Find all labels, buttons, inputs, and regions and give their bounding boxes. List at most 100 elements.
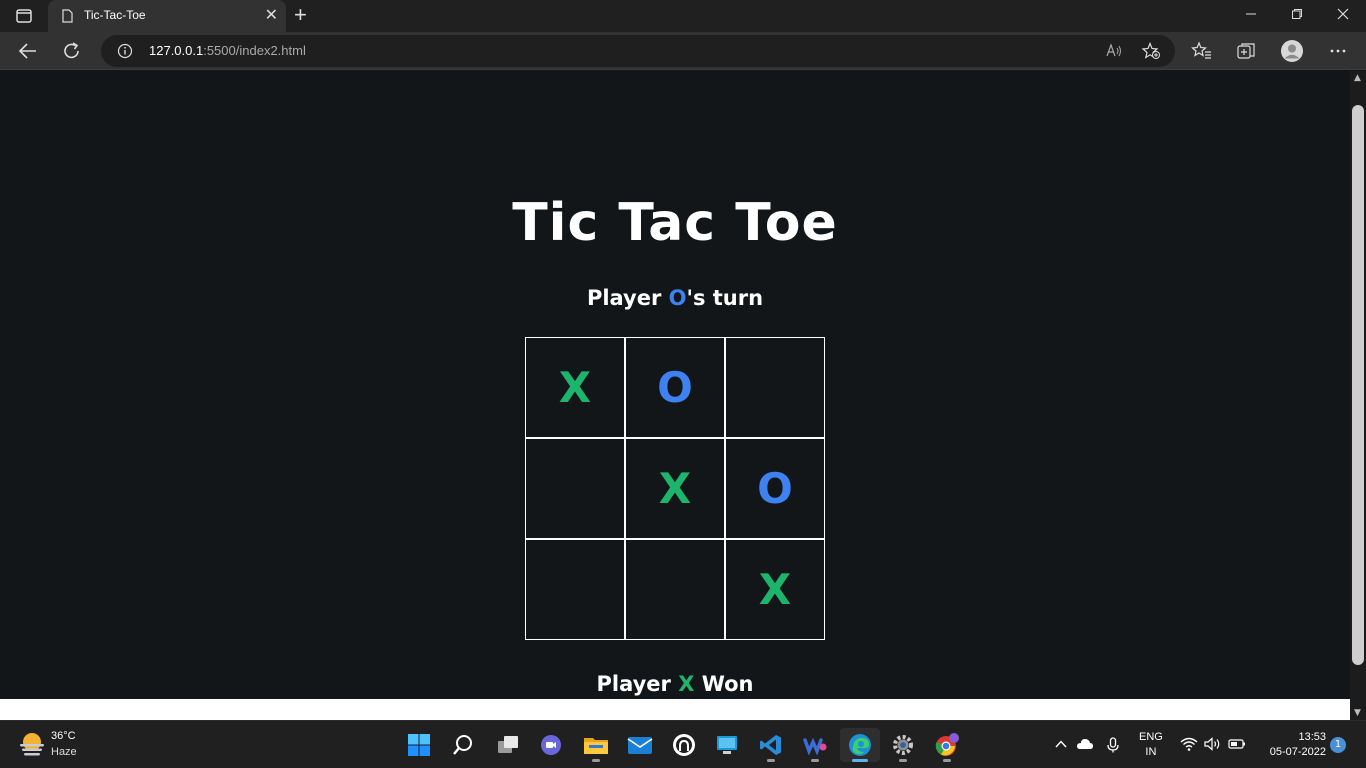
input-language-indicator[interactable]: ENG IN [1139,730,1163,760]
language-code: ENG [1139,731,1163,743]
mail-icon [627,737,653,754]
running-indicator [592,759,600,762]
webex-button[interactable] [795,728,835,762]
page-favicon-icon [62,9,73,23]
restore-button[interactable] [1274,4,1320,28]
show-hidden-icons-icon[interactable] [1054,737,1068,751]
github-button[interactable] [664,728,704,762]
start-icon [408,734,430,756]
tab-title: Tic-Tac-Toe [84,8,146,22]
collections-icon[interactable] [1235,40,1257,62]
running-indicator [852,759,868,762]
result-suffix: Won [694,672,754,696]
game-board: X O X O X [525,337,825,640]
site-info-icon[interactable] [117,43,133,59]
turn-player-symbol: O [668,286,687,310]
start-button[interactable] [399,728,439,762]
running-indicator [899,759,907,762]
board-cell[interactable] [525,438,625,539]
close-window-button[interactable] [1320,4,1366,28]
region-code: IN [1145,746,1157,758]
board-cell[interactable]: O [725,438,825,539]
game-title: Tic Tac Toe [512,193,838,253]
chrome-icon [935,733,959,756]
chrome-button[interactable] [927,728,967,762]
weather-haze-icon[interactable] [18,731,46,757]
running-indicator [767,759,775,762]
close-icon [1337,8,1349,20]
turn-prefix: Player [586,286,669,310]
weather-condition: Haze [51,746,77,758]
page-viewport: Tic Tac Toe Player O's turn X O X O X Pl… [0,71,1350,699]
minimize-icon [1246,13,1256,15]
board-cell[interactable]: X [525,337,625,438]
weather-temperature: 36°C [51,730,76,742]
new-tab-button[interactable]: + [294,3,307,27]
scroll-thumb[interactable] [1352,105,1364,665]
browser-nav-bar: 127.0.0.1:5500/index2.html [0,32,1366,70]
refresh-icon[interactable] [58,38,86,64]
notification-badge[interactable]: 1 [1330,737,1346,753]
edge-button[interactable] [840,728,880,762]
result-prefix: Player [596,672,679,696]
board-cell[interactable]: X [725,539,825,640]
page-bottom-area [0,699,1350,720]
running-indicator [811,759,819,762]
read-aloud-icon[interactable] [1105,42,1123,60]
onedrive-cloud-icon[interactable] [1076,737,1094,751]
system-clock[interactable]: 13:53 05-07-2022 [1256,730,1326,760]
back-icon[interactable] [14,38,42,64]
url-text[interactable]: 127.0.0.1:5500/index2.html [149,43,306,58]
board-cell[interactable]: O [625,337,725,438]
tab-actions-icon[interactable] [14,8,34,24]
board-cell[interactable] [625,539,725,640]
remote-desktop-icon [717,736,737,754]
browser-tab-bar: Tic-Tac-Toe ✕ + [0,0,1366,32]
more-options-icon[interactable] [1327,40,1349,62]
task-view-icon [498,736,518,753]
active-tab[interactable]: Tic-Tac-Toe ✕ [48,0,286,32]
turn-suffix: 's turn [686,286,764,310]
search-button[interactable] [443,728,483,762]
microphone-icon[interactable] [1106,737,1120,753]
url-host: 127.0.0.1 [149,43,204,58]
result-message: Player X Won [0,672,1350,696]
remote-desktop-button[interactable] [707,728,747,762]
wifi-icon[interactable] [1180,737,1198,751]
file-explorer-icon [584,738,608,754]
task-view-button[interactable] [488,728,528,762]
volume-icon[interactable] [1204,737,1222,751]
profile-avatar-icon[interactable] [1280,39,1304,63]
windows-taskbar: 36°C Haze ENG IN 13:53 05-07-2022 1 [0,720,1366,768]
address-bar[interactable]: 127.0.0.1:5500/index2.html [101,35,1175,67]
scroll-down-icon[interactable]: ▼ [1354,708,1361,718]
battery-icon[interactable] [1228,737,1246,751]
board-cell[interactable] [525,539,625,640]
clock-time: 13:53 [1298,731,1326,743]
mail-button[interactable] [620,728,660,762]
github-icon [673,734,695,756]
teams-chat-icon [541,735,561,755]
add-favorite-icon[interactable] [1141,42,1161,60]
edge-icon [849,734,871,756]
webex-icon [803,737,827,756]
board-cell[interactable] [725,337,825,438]
favorites-icon[interactable] [1191,40,1213,62]
minimize-button[interactable] [1228,4,1274,28]
clock-date: 05-07-2022 [1269,746,1326,758]
running-indicator [943,759,951,762]
board-cell[interactable]: X [625,438,725,539]
settings-button[interactable] [883,728,923,762]
vscode-button[interactable] [751,728,791,762]
teams-chat-button[interactable] [531,728,571,762]
settings-icon [893,735,913,755]
vscode-icon [760,735,781,755]
scroll-up-icon[interactable]: ▲ [1354,73,1361,83]
restore-icon [1292,9,1302,19]
result-player-symbol: X [678,672,695,696]
tab-close-icon[interactable]: ✕ [265,6,278,24]
page-scrollbar[interactable]: ▲ ▼ [1350,71,1366,720]
url-path: :5500/index2.html [203,43,306,58]
file-explorer-button[interactable] [576,728,616,762]
search-icon [453,735,472,755]
